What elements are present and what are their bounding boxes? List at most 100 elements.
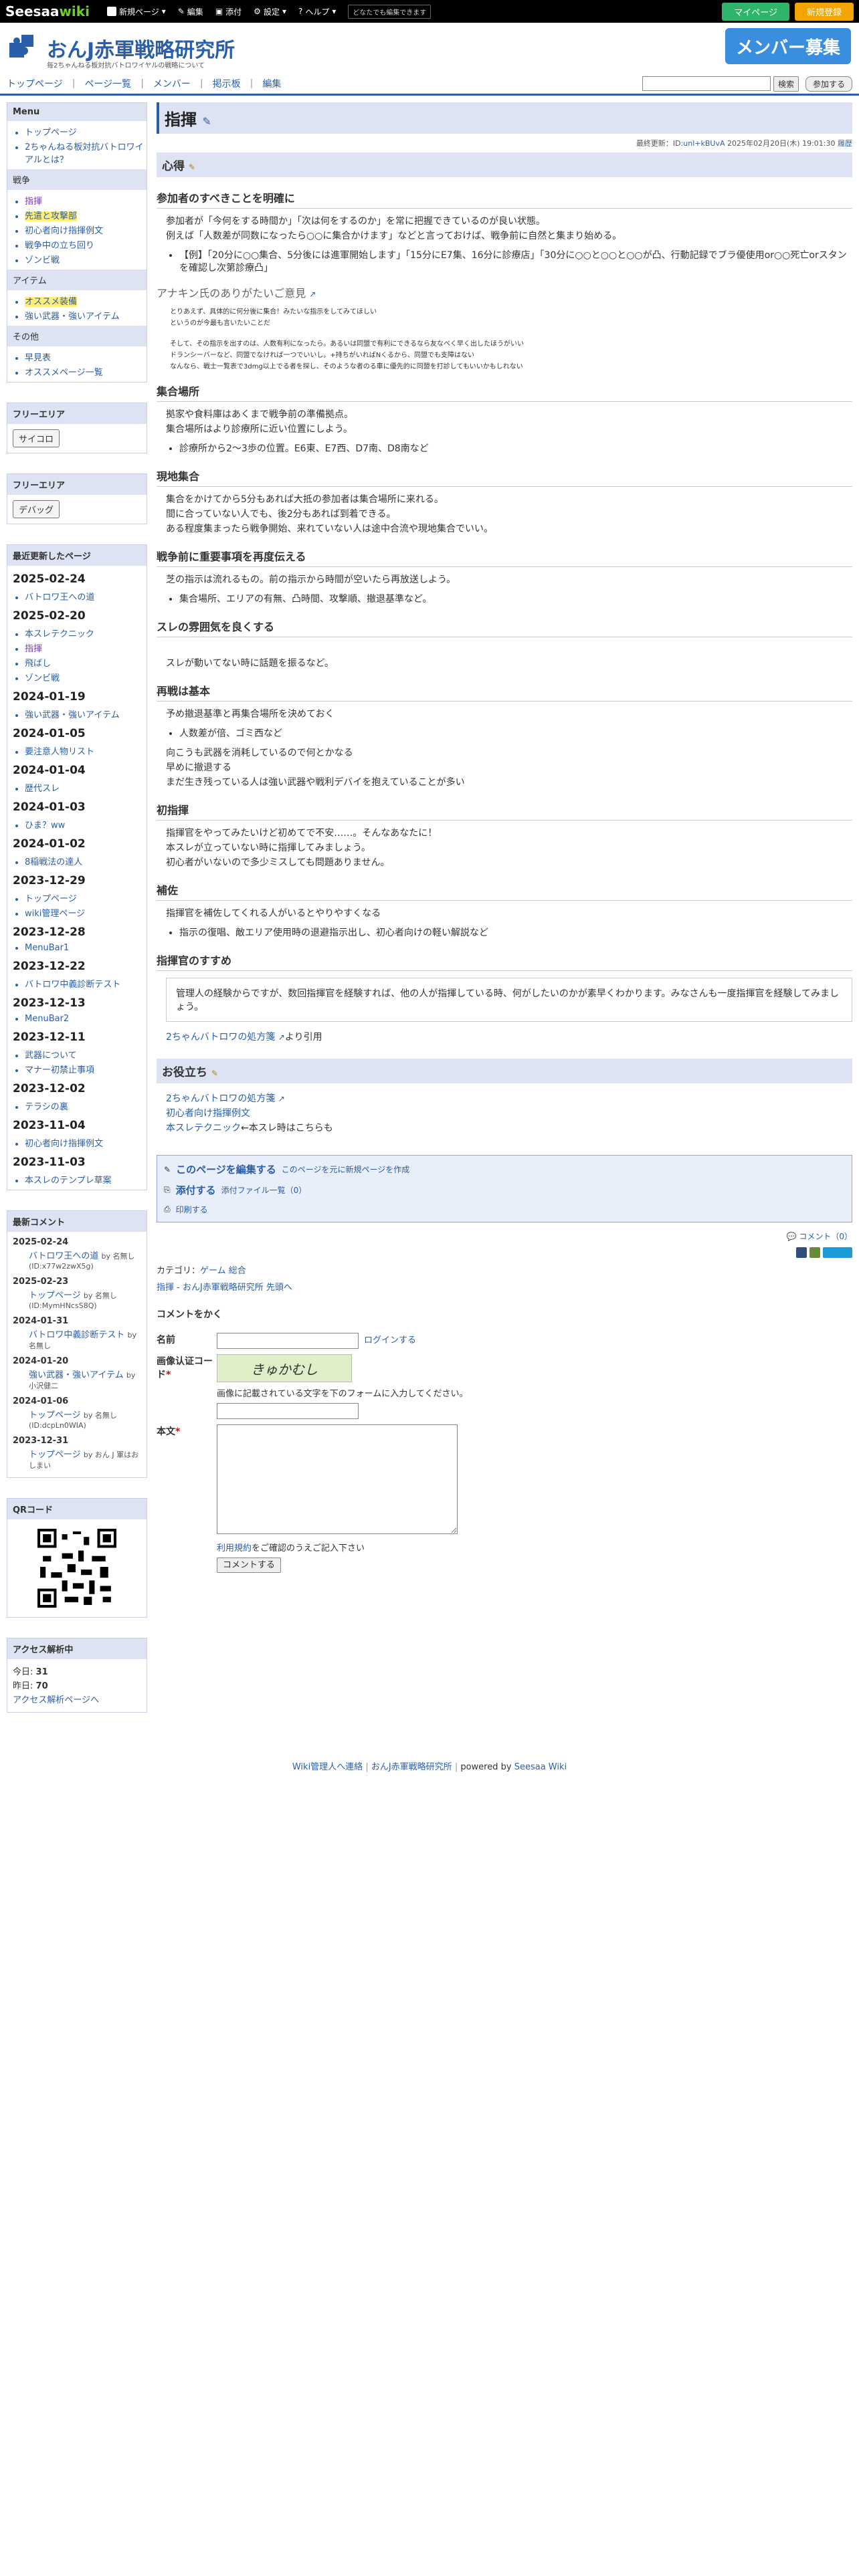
useful-link[interactable]: 初心者向け指揮例文 — [166, 1108, 250, 1119]
menu-item-zombie[interactable]: ゾンビ戦 — [25, 255, 60, 265]
menu-item-tactics[interactable]: 戦争中の立ち回り — [25, 241, 94, 251]
menu-item-strong-weapons[interactable]: 強い武器・強いアイテム — [25, 312, 120, 322]
recent-page-link[interactable]: MenuBar1 — [25, 943, 69, 953]
category-link[interactable]: ゲーム — [200, 1266, 226, 1276]
terms-link[interactable]: 利用規約 — [217, 1543, 252, 1553]
history-link[interactable]: 履歴 — [838, 139, 852, 148]
comment-page-link[interactable]: トップページ — [29, 1410, 81, 1420]
comment-page-link[interactable]: 強い武器・強いアイテム — [29, 1370, 124, 1380]
settings-label: 設定 — [263, 7, 280, 17]
useful-link[interactable]: 2ちゃんバトロワの処方箋 — [166, 1093, 275, 1104]
category-link[interactable]: 総合 — [229, 1266, 246, 1276]
help-button[interactable]: ? ヘルプ ▾ — [298, 6, 336, 17]
recent-page-link[interactable]: バトロワ王への道 — [25, 593, 94, 603]
comment-page-link[interactable]: トップページ — [29, 1450, 81, 1460]
bookmark-icon[interactable] — [809, 1247, 820, 1258]
nav-edit[interactable]: 編集 — [262, 77, 281, 90]
recent-page-link[interactable]: 本スレテクニック — [25, 629, 94, 639]
name-input[interactable] — [217, 1333, 359, 1349]
comment-body-input[interactable] — [217, 1424, 458, 1534]
b-bookmark-icon[interactable] — [823, 1247, 852, 1258]
menu-item-beginner-command[interactable]: 初心者向け指揮例文 — [25, 226, 103, 236]
member-recruit-banner[interactable]: メンバー募集 — [725, 28, 851, 64]
edit-page-link[interactable]: このページを編集する — [176, 1162, 276, 1176]
nav-top[interactable]: トップページ — [7, 77, 63, 90]
menu-item-about[interactable]: 2ちゃんねる板対抗バトロワイアルとは？ — [25, 142, 144, 165]
menu-item-command[interactable]: 指揮 — [25, 197, 42, 207]
comment-count-link[interactable]: コメント（0） — [799, 1232, 852, 1241]
site-title[interactable]: おんJ赤軍戦略研究所 — [47, 33, 235, 63]
recent-page-link[interactable]: 本スレのテンプレ草案 — [25, 1176, 112, 1186]
recent-page-link[interactable]: wiki管理ページ — [25, 909, 85, 919]
nav-members[interactable]: メンバー — [153, 77, 191, 90]
attach-list-link[interactable]: 添付ファイル一覧（0） — [221, 1184, 307, 1196]
nav-bbs[interactable]: 掲示板 — [213, 77, 241, 90]
access-link[interactable]: アクセス解析ページへ — [13, 1695, 99, 1705]
recent-page-link[interactable]: 武器について — [25, 1051, 77, 1061]
contact-admin-link[interactable]: Wiki管理人へ連絡 — [292, 1762, 363, 1772]
new-page-button[interactable]: 新規ページ ▾ — [106, 6, 166, 17]
menu-item-recommended-gear[interactable]: オススメ装備 — [25, 297, 78, 307]
footer-site-link[interactable]: おんJ赤軍戦略研究所 — [371, 1762, 452, 1772]
pencil-icon[interactable]: ✎ — [211, 1069, 218, 1078]
dice-button[interactable]: サイコロ — [13, 429, 60, 447]
comment-page-link[interactable]: トップページ — [29, 1291, 81, 1301]
captcha-input[interactable] — [217, 1403, 359, 1419]
comment-page-link[interactable]: バトロワ中義診断テスト — [29, 1330, 124, 1340]
external-link-icon[interactable]: ↗ — [309, 290, 316, 299]
menu-item-quickref[interactable]: 早見表 — [25, 353, 51, 363]
mypage-button[interactable]: マイページ — [722, 2, 789, 21]
menu-item-vanguard[interactable]: 先遣と攻撃部 — [25, 211, 78, 221]
citation-link[interactable]: 2ちゃんバトロワの処方箋 — [166, 1032, 275, 1043]
edit-button[interactable]: ✎ 編集 — [178, 6, 203, 17]
search-input[interactable] — [642, 76, 771, 91]
print-link[interactable]: 印刷する — [176, 1204, 208, 1215]
recent-page-link[interactable]: マナー初禁止事項 — [25, 1065, 94, 1075]
tumblr-icon[interactable] — [796, 1247, 807, 1258]
paragraph: 向こうも武器を消耗しているので何とかなる — [166, 748, 353, 758]
recent-page-link[interactable]: 飛ばし — [25, 659, 51, 669]
recent-page-link[interactable]: 要注意人物リスト — [25, 747, 94, 757]
comment-date: 2025-02-24 — [13, 1237, 69, 1247]
seesaa-wiki-link[interactable]: Seesaa Wiki — [514, 1762, 567, 1772]
updater-id-link[interactable]: unl+kBUvA — [683, 139, 725, 148]
attach-button[interactable]: ▣ 添付 — [215, 6, 242, 17]
recent-page-link[interactable]: ひま？ww — [25, 821, 65, 831]
submit-comment-button[interactable]: コメントする — [217, 1558, 282, 1573]
recent-page-link[interactable]: 8稲戦法の達人 — [25, 857, 82, 867]
recent-page-link[interactable]: 指揮 — [25, 644, 42, 654]
recent-page-link[interactable]: バトロワ中義診断テスト — [25, 980, 120, 990]
updated-date: 2025年02月20日(木) 19:01:30 — [727, 139, 836, 148]
pencil-icon[interactable]: ✎ — [189, 163, 195, 172]
free-area-1-title: フリーエリア — [7, 403, 147, 424]
subsection-heading: 参加者のすべきことを明確に — [157, 189, 852, 209]
register-button[interactable]: 新規登録 — [794, 2, 854, 21]
seesaa-logo[interactable]: Seesaawiki — [5, 3, 90, 19]
join-button[interactable]: 参加する — [805, 76, 852, 92]
attach-link[interactable]: 添付する — [176, 1183, 216, 1197]
login-link[interactable]: ログインする — [364, 1333, 416, 1346]
menu-item-top[interactable]: トップページ — [25, 128, 77, 138]
debug-button[interactable]: デバッグ — [13, 500, 60, 518]
recent-page-link[interactable]: ゾンビ戦 — [25, 673, 60, 683]
new-from-page-link[interactable]: このページを元に新規ページを作成 — [282, 1164, 410, 1175]
recent-page-link[interactable]: テラシの裏 — [25, 1102, 68, 1112]
recent-page-link[interactable]: トップページ — [25, 894, 77, 904]
nav-page-list[interactable]: ページ一覧 — [84, 77, 131, 90]
menu-item-recommended-pages[interactable]: オススメページ一覧 — [25, 368, 103, 378]
external-link-icon[interactable]: ↗ — [278, 1094, 285, 1103]
recent-page-link[interactable]: 歴代スレ — [25, 784, 60, 794]
recent-page-link[interactable]: 初心者向け指揮例文 — [25, 1139, 103, 1149]
breadcrumb-link[interactable]: 指揮 - おんJ赤軍戦略研究所 先頭へ — [157, 1283, 292, 1293]
useful-link[interactable]: 本スレテクニック — [166, 1123, 241, 1134]
recent-date: 2023-12-02 — [13, 1082, 86, 1095]
attach-label: 添付 — [225, 7, 242, 17]
external-link-icon[interactable]: ↗ — [278, 1033, 285, 1042]
comment-page-link[interactable]: バトロワ王への道 — [29, 1251, 98, 1261]
recent-page-link[interactable]: 強い武器・強いアイテム — [25, 710, 120, 720]
edit-note: どなたでも編集できます — [348, 4, 432, 19]
search-button[interactable]: 検索 — [773, 76, 799, 92]
settings-button[interactable]: ⚙ 設定 ▾ — [254, 6, 286, 17]
pencil-icon[interactable]: ✎ — [202, 115, 211, 128]
recent-page-link[interactable]: MenuBar2 — [25, 1014, 69, 1024]
